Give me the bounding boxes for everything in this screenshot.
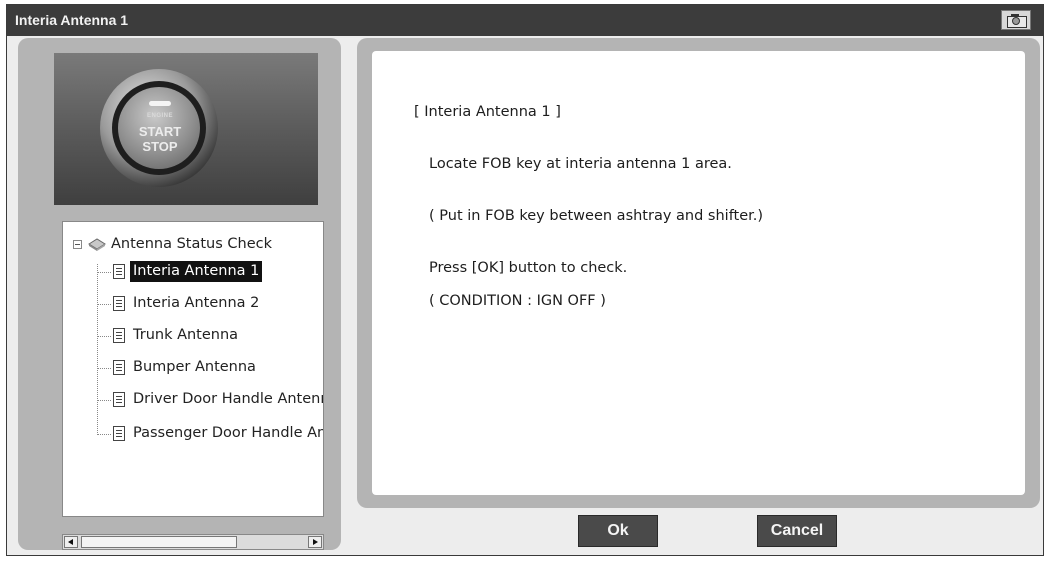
- tree-item-bumper-antenna[interactable]: Bumper Antenna: [130, 357, 259, 378]
- tree-item-interia-antenna-1[interactable]: Interia Antenna 1: [130, 261, 263, 282]
- tree-item-passenger-door-handle-antenna[interactable]: Passenger Door Handle Antenna: [130, 423, 323, 444]
- horizontal-scrollbar[interactable]: [62, 534, 324, 550]
- photo-engine-text: ENGINE: [146, 113, 173, 119]
- instruction-line-1: Locate FOB key at interia antenna 1 area…: [429, 156, 732, 172]
- document-icon: [113, 392, 125, 407]
- photo-start-text: START: [138, 124, 182, 139]
- tree-item-trunk-antenna[interactable]: Trunk Antenna: [130, 325, 241, 346]
- instruction-panel: [ Interia Antenna 1 ] Locate FOB key at …: [357, 38, 1040, 508]
- document-icon: [113, 426, 125, 441]
- antenna-tree[interactable]: Antenna Status Check Interia Antenna 1 I…: [62, 221, 324, 517]
- tree-item-interia-antenna-2[interactable]: Interia Antenna 2: [130, 293, 262, 314]
- tree-item-driver-door-handle-antenna[interactable]: Driver Door Handle Antenna: [130, 389, 323, 410]
- camera-button[interactable]: [1001, 10, 1031, 30]
- document-icon: [113, 264, 125, 279]
- scroll-left-icon[interactable]: [64, 536, 78, 548]
- tree-root-label: Antenna Status Check: [111, 236, 273, 252]
- window-title: Interia Antenna 1: [15, 12, 129, 28]
- start-stop-button-photo: ENGINE START STOP: [54, 53, 318, 205]
- navigation-panel: ENGINE START STOP Antenna Status Check I…: [18, 38, 341, 550]
- scroll-right-icon[interactable]: [308, 536, 322, 548]
- collapse-icon[interactable]: [73, 240, 82, 249]
- photo-stop-text: STOP: [142, 139, 178, 154]
- ok-button[interactable]: Ok: [578, 515, 658, 547]
- instruction-content: [ Interia Antenna 1 ] Locate FOB key at …: [372, 51, 1025, 495]
- instruction-line-3: Press [OK] button to check.: [429, 260, 628, 276]
- instruction-condition: ( CONDITION : IGN OFF ): [429, 293, 606, 309]
- document-icon: [113, 328, 125, 343]
- document-icon: [113, 296, 125, 311]
- scrollbar-thumb[interactable]: [81, 536, 237, 548]
- title-bar: Interia Antenna 1: [7, 5, 1043, 36]
- folder-icon: [88, 238, 106, 251]
- instruction-line-2: ( Put in FOB key between ashtray and shi…: [429, 208, 764, 224]
- instruction-heading: [ Interia Antenna 1 ]: [414, 104, 561, 120]
- dialog-window: Interia Antenna 1 ENGINE START STOP Ante…: [6, 4, 1044, 556]
- cancel-button[interactable]: Cancel: [757, 515, 837, 547]
- document-icon: [113, 360, 125, 375]
